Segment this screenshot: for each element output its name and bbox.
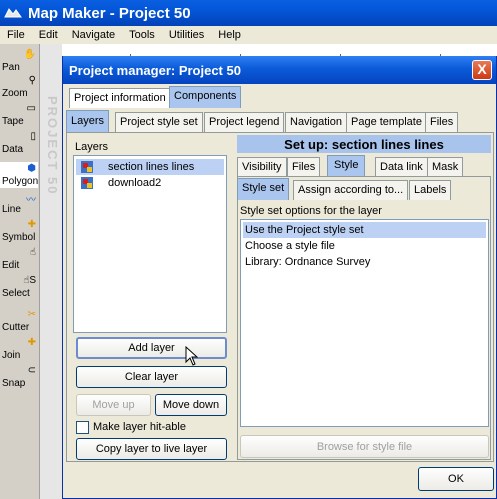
project-watermark: PROJECT 50 (45, 96, 60, 196)
line-icon: 〰 (26, 195, 36, 206)
tab-setup-files[interactable]: Files (287, 157, 321, 177)
project-side-strip: PROJECT 50 (40, 44, 62, 499)
hit-able-checkbox[interactable] (76, 421, 89, 434)
tool-edit[interactable]: ☝ Edit (0, 246, 38, 272)
tab-mask[interactable]: Mask (427, 157, 464, 177)
menu-utilities[interactable]: Utilities (162, 29, 211, 41)
dialog-title-bar[interactable]: Project manager: Project 50 X (63, 56, 496, 84)
tab-navigation[interactable]: Navigation (285, 112, 347, 132)
tab-components[interactable]: Components (169, 86, 242, 108)
close-icon: X (477, 61, 487, 77)
tab-style-set[interactable]: Style set (237, 178, 290, 200)
menu-bar: File Edit Navigate Tools Utilities Help (0, 26, 497, 44)
symbol-icon: ✚ (27, 219, 36, 230)
menu-file[interactable]: File (0, 29, 32, 41)
ok-button[interactable]: OK (418, 467, 494, 491)
list-item[interactable]: download2 (76, 175, 224, 191)
tab-data-link[interactable]: Data link (375, 157, 428, 177)
data-icon: ▯ (30, 131, 36, 142)
layer-name: section lines lines (108, 161, 195, 173)
tool-polygon[interactable]: ⬢ Polygon (0, 162, 38, 188)
tab-project-information[interactable]: Project information (69, 88, 171, 108)
tab-assign-according[interactable]: Assign according to... (293, 180, 409, 200)
mouse-cursor-icon (185, 346, 199, 366)
menu-help[interactable]: Help (211, 29, 248, 41)
tool-cutter[interactable]: ✂ Cutter (0, 308, 38, 334)
join-icon: ✚ (27, 337, 36, 348)
menu-tools[interactable]: Tools (122, 29, 162, 41)
hit-able-label: Make layer hit-able (93, 421, 186, 433)
close-button[interactable]: X (472, 60, 492, 80)
layer-name: download2 (108, 177, 162, 189)
cutter-icon: ✂ (27, 309, 36, 320)
tool-symbol[interactable]: ✚ Symbol (0, 218, 38, 244)
tape-icon: ▭ (26, 103, 36, 114)
tool-select[interactable]: ☝S Select (0, 274, 38, 300)
list-item[interactable]: Choose a style file (243, 238, 486, 254)
toolbox: ✋ Pan ⚲ Zoom ▭ Tape ▯ Data ⬢ Polygon 〰 L… (0, 44, 40, 499)
setup-header: Set up: section lines lines (237, 135, 491, 153)
tool-pan[interactable]: ✋ Pan (0, 48, 38, 74)
layers-label: Layers (75, 141, 109, 153)
app-title-bar: Map Maker - Project 50 (0, 0, 497, 26)
clear-layer-button[interactable]: Clear layer (76, 366, 227, 388)
tab-labels[interactable]: Labels (409, 180, 452, 200)
tab-visibility[interactable]: Visibility (237, 157, 287, 177)
tool-zoom[interactable]: ⚲ Zoom (0, 74, 38, 100)
tab-files[interactable]: Files (425, 112, 459, 132)
tab-style[interactable]: Style (327, 155, 366, 177)
snap-icon: ⊂ (27, 365, 36, 376)
tool-data[interactable]: ▯ Data (0, 130, 38, 156)
tab-page-template[interactable]: Page template (346, 112, 427, 132)
polygon-icon: ⬢ (27, 163, 36, 174)
style-options-list[interactable]: Use the Project style set Choose a style… (240, 219, 489, 427)
move-down-button[interactable]: Move down (155, 394, 227, 416)
edit-icon: ☝ (29, 247, 36, 258)
magnifier-icon: ⚲ (28, 75, 36, 86)
add-layer-button[interactable]: Add layer (76, 337, 227, 359)
copy-live-layer-button[interactable]: Copy layer to live layer (76, 438, 227, 460)
tab-layers[interactable]: Layers (66, 110, 110, 132)
layer-icon (81, 161, 93, 173)
project-manager-dialog: Project manager: Project 50 X Project in… (62, 56, 497, 499)
menu-navigate[interactable]: Navigate (65, 29, 122, 41)
tool-tape[interactable]: ▭ Tape (0, 102, 38, 128)
style-options-label: Style set options for the layer (240, 205, 382, 217)
move-up-button[interactable]: Move up (76, 394, 151, 416)
tab-project-style-set[interactable]: Project style set (115, 112, 203, 132)
tab-project-legend[interactable]: Project legend (204, 112, 285, 132)
app-logo-icon (4, 8, 22, 18)
list-item[interactable]: Library: Ordnance Survey (243, 254, 486, 270)
tool-join[interactable]: ✚ Join (0, 336, 38, 362)
layers-list[interactable]: section lines lines download2 (73, 155, 227, 333)
hand-icon: ✋ (23, 49, 36, 60)
list-item[interactable]: section lines lines (76, 159, 224, 175)
dialog-title: Project manager: Project 50 (69, 62, 241, 78)
app-title: Map Maker - Project 50 (28, 4, 191, 22)
tool-line[interactable]: 〰 Line (0, 190, 38, 216)
select-icon: ☝S (23, 275, 36, 286)
list-item[interactable]: Use the Project style set (243, 222, 486, 238)
layer-icon (81, 177, 93, 189)
menu-edit[interactable]: Edit (32, 29, 65, 41)
browse-style-file-button[interactable]: Browse for style file (240, 435, 489, 458)
tool-snap[interactable]: ⊂ Snap (0, 364, 38, 390)
